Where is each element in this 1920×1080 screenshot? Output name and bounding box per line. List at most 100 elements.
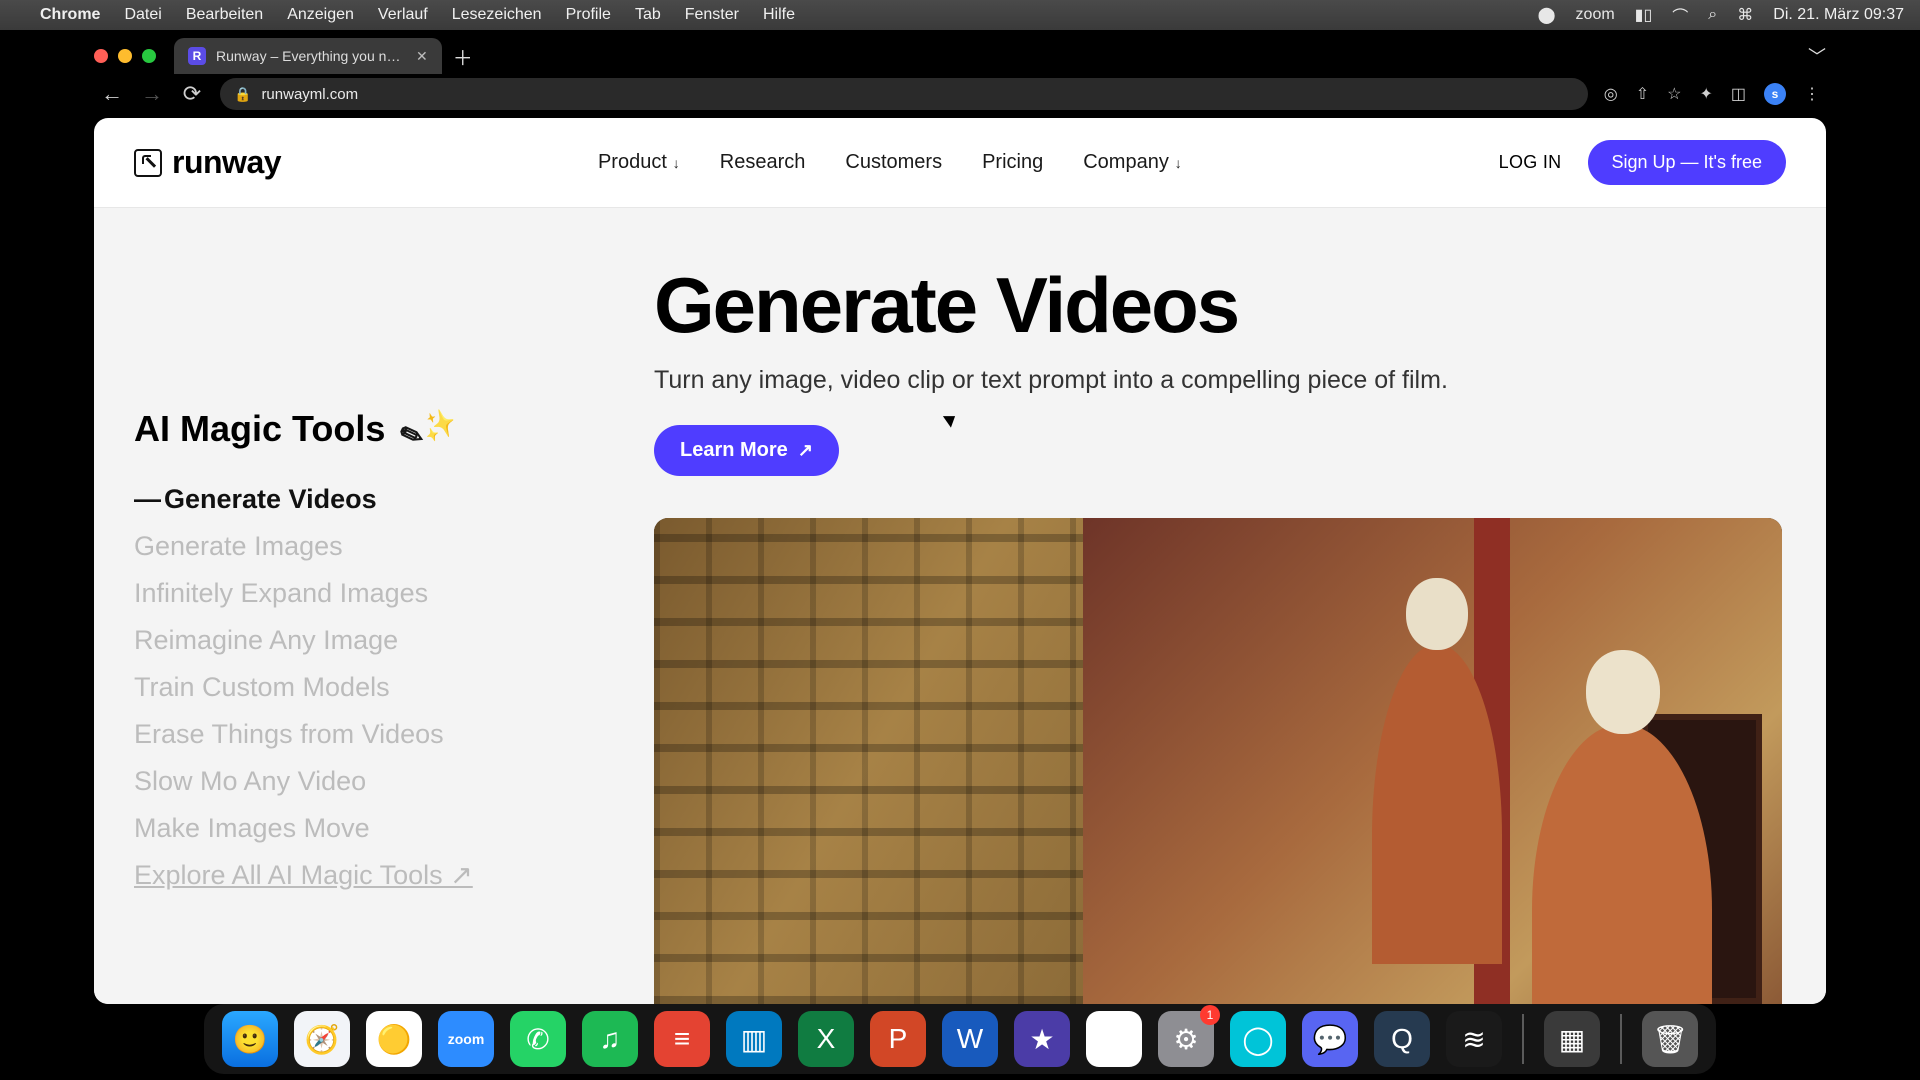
dock-drive-icon[interactable]: ▲ <box>1086 1011 1142 1067</box>
browser-tab[interactable]: R Runway – Everything you need ✕ <box>174 38 442 74</box>
menu-profile[interactable]: Profile <box>566 6 611 24</box>
menu-bearbeiten[interactable]: Bearbeiten <box>186 6 263 24</box>
dock-chrome-icon[interactable]: 🟡 <box>366 1011 422 1067</box>
dock-audio-icon[interactable]: ≋ <box>1446 1011 1502 1067</box>
minimize-window-button[interactable] <box>118 49 132 63</box>
primary-nav: Product ↓ Research Customers Pricing Com… <box>281 151 1499 174</box>
dock-todoist-icon[interactable]: ≡ <box>654 1011 710 1067</box>
dock-settings-icon[interactable]: ⚙1 <box>1158 1011 1214 1067</box>
sidebar-item-generate-images[interactable]: Generate Images <box>134 531 614 562</box>
close-window-button[interactable] <box>94 49 108 63</box>
dock-settings-badge: 1 <box>1200 1005 1220 1025</box>
nav-pricing[interactable]: Pricing <box>982 151 1043 174</box>
profile-avatar[interactable]: s <box>1764 83 1786 105</box>
zoom-menubar-label[interactable]: zoom <box>1576 6 1615 24</box>
page-headline: Generate Videos <box>654 266 1782 346</box>
magic-wand-icon: ✎✨ <box>395 404 461 455</box>
menu-datei[interactable]: Datei <box>124 6 161 24</box>
runway-mark-icon <box>134 149 162 177</box>
dock-spotify-icon[interactable]: ♫ <box>582 1011 638 1067</box>
dock-imovie-icon[interactable]: ★ <box>1014 1011 1070 1067</box>
dock-whatsapp-icon[interactable]: ✆ <box>510 1011 566 1067</box>
sidebar-item-slow-mo[interactable]: Slow Mo Any Video <box>134 766 614 797</box>
sidebar-item-erase[interactable]: Erase Things from Videos <box>134 719 614 750</box>
menu-fenster[interactable]: Fenster <box>685 6 739 24</box>
dock-safari-icon[interactable]: 🧭 <box>294 1011 350 1067</box>
learn-more-label: Learn More <box>680 439 788 462</box>
signup-button[interactable]: Sign Up — It's free <box>1588 140 1787 185</box>
app-name[interactable]: Chrome <box>40 6 100 24</box>
dock-quicktime-icon[interactable]: Q <box>1374 1011 1430 1067</box>
sidebar: AI Magic Tools ✎✨ Generate Videos Genera… <box>94 208 654 1004</box>
battery-icon[interactable]: ▮▯ <box>1635 5 1653 25</box>
mac-menubar: Chrome Datei Bearbeiten Anzeigen Verlauf… <box>0 0 1920 30</box>
menu-tab[interactable]: Tab <box>635 6 661 24</box>
sidebar-title: AI Magic Tools ✎✨ <box>134 408 614 450</box>
extensions-icon[interactable]: ✦ <box>1699 84 1712 104</box>
dock-zoom-icon[interactable]: zoom <box>438 1011 494 1067</box>
learn-more-button[interactable]: Learn More ↗ <box>654 425 839 476</box>
menubar-clock[interactable]: Di. 21. März 09:37 <box>1773 6 1904 24</box>
wifi-icon[interactable]: ⌒ <box>1672 3 1688 27</box>
menu-lesezeichen[interactable]: Lesezeichen <box>452 6 542 24</box>
google-lens-icon[interactable]: ◎ <box>1604 84 1618 104</box>
back-button[interactable]: ← <box>100 81 124 107</box>
nav-customers[interactable]: Customers <box>845 151 942 174</box>
chevron-down-icon: ↓ <box>1171 155 1182 171</box>
tab-list-chevron-icon[interactable]: ﹀ <box>1808 43 1826 69</box>
nav-research[interactable]: Research <box>720 151 806 174</box>
dock-discord-icon[interactable]: 💬 <box>1302 1011 1358 1067</box>
menu-hilfe[interactable]: Hilfe <box>763 6 795 24</box>
forward-button[interactable]: → <box>140 81 164 107</box>
chevron-down-icon: ↓ <box>669 155 680 171</box>
dock-separator <box>1522 1014 1524 1064</box>
dock-word-icon[interactable]: W <box>942 1011 998 1067</box>
share-icon[interactable]: ⇧ <box>1636 84 1649 104</box>
tab-strip: R Runway – Everything you need ✕ ＋ ﹀ <box>94 30 1826 74</box>
nav-company[interactable]: Company ↓ <box>1083 151 1182 174</box>
browser-window: R Runway – Everything you need ✕ ＋ ﹀ ← →… <box>0 30 1920 1004</box>
dock-finder-icon[interactable]: 🙂 <box>222 1011 278 1067</box>
fullscreen-window-button[interactable] <box>142 49 156 63</box>
tab-title: Runway – Everything you need <box>216 48 406 64</box>
sidepanel-icon[interactable]: ◫ <box>1731 84 1746 104</box>
video-preview <box>654 518 1782 1004</box>
dock-powerpoint-icon[interactable]: P <box>870 1011 926 1067</box>
sidebar-item-make-move[interactable]: Make Images Move <box>134 813 614 844</box>
new-tab-button[interactable]: ＋ <box>448 41 478 71</box>
sidebar-explore-all-link[interactable]: Explore All AI Magic Tools ↗ <box>134 860 614 891</box>
tab-favicon-icon: R <box>188 47 206 65</box>
dock-excel-icon[interactable]: X <box>798 1011 854 1067</box>
dock: 🙂 🧭 🟡 zoom ✆ ♫ ≡ ▥ X P W ★ ▲ ⚙1 ◯ 💬 Q ≋ … <box>204 1004 1716 1074</box>
sidebar-item-reimagine[interactable]: Reimagine Any Image <box>134 625 614 656</box>
video-right-panel <box>1083 518 1782 1004</box>
nav-product[interactable]: Product ↓ <box>598 151 680 174</box>
record-indicator-icon[interactable]: ⬤ <box>1538 5 1556 25</box>
url-text: runwayml.com <box>261 86 358 103</box>
brand-logo[interactable]: runway <box>134 144 281 181</box>
bookmark-star-icon[interactable]: ☆ <box>1667 84 1681 104</box>
video-left-panel <box>654 518 1083 1004</box>
dock-trello-icon[interactable]: ▥ <box>726 1011 782 1067</box>
sidebar-item-generate-videos[interactable]: Generate Videos <box>134 484 614 515</box>
spotlight-icon[interactable]: ⌕ <box>1708 6 1717 24</box>
address-bar[interactable]: 🔒 runwayml.com <box>220 78 1588 110</box>
page-subhead: Turn any image, video clip or text promp… <box>654 366 1782 395</box>
sidebar-item-expand-images[interactable]: Infinitely Expand Images <box>134 578 614 609</box>
window-controls <box>94 49 156 63</box>
dock-app-icon[interactable]: ◯ <box>1230 1011 1286 1067</box>
menu-anzeigen[interactable]: Anzeigen <box>287 6 354 24</box>
brand-wordmark: runway <box>172 144 281 181</box>
close-tab-icon[interactable]: ✕ <box>416 48 428 65</box>
dock-separator <box>1620 1014 1622 1064</box>
sidebar-item-train-models[interactable]: Train Custom Models <box>134 672 614 703</box>
site-header: runway Product ↓ Research Customers Pric… <box>94 118 1826 208</box>
dock-calculator-icon[interactable]: ▦ <box>1544 1011 1600 1067</box>
menu-verlauf[interactable]: Verlauf <box>378 6 428 24</box>
login-link[interactable]: LOG IN <box>1499 152 1562 173</box>
control-center-icon[interactable]: ⌘ <box>1737 5 1753 25</box>
dock-trash-icon[interactable]: 🗑 <box>1642 1011 1698 1067</box>
reload-button[interactable]: ⟳ <box>180 81 204 107</box>
arrow-upright-icon: ↗ <box>798 440 813 461</box>
kebab-menu-icon[interactable]: ⋮ <box>1804 84 1820 104</box>
